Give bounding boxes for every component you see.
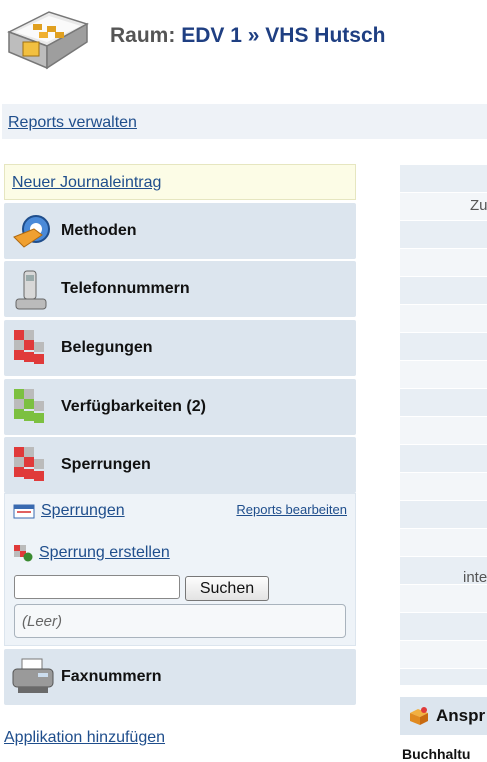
add-application-link[interactable]: Applikation hinzufügen <box>4 729 165 747</box>
search-input[interactable] <box>14 575 180 599</box>
room-name: EDV 1 <box>181 24 242 47</box>
sperrungen-list-link[interactable]: Sperrungen <box>41 502 125 519</box>
right-row <box>400 333 487 361</box>
contacts-icon <box>410 707 428 725</box>
right-row <box>400 529 487 557</box>
list-icon <box>13 504 35 519</box>
right-row <box>400 277 487 305</box>
section-label-methoden: Methoden <box>61 222 137 239</box>
location-name: VHS Hutsch <box>265 24 386 47</box>
right-row <box>400 585 487 613</box>
availability-icon <box>10 387 52 427</box>
empty-text: (Leer) <box>22 613 63 630</box>
section-belegungen[interactable]: Belegungen <box>4 320 356 376</box>
right-row <box>400 361 487 389</box>
right-row-label: Zu <box>470 197 487 214</box>
bookings-icon <box>10 328 52 368</box>
right-row <box>400 165 487 193</box>
cutoff-label: Buchhaltu <box>402 746 471 762</box>
reports-manage-link[interactable]: Reports verwalten <box>8 114 137 132</box>
right-row <box>400 613 487 641</box>
right-row-label: inte <box>463 569 487 586</box>
page-title: Raum: EDV 1 » VHS Hutsch <box>110 24 385 48</box>
section-label-sperrungen: Sperrungen <box>61 456 151 473</box>
section-sperrungen[interactable]: Sperrungen <box>4 437 356 493</box>
section-fax[interactable]: Faxnummern <box>4 649 356 705</box>
contacts-section-header[interactable]: Anspr <box>400 697 487 735</box>
right-row <box>400 249 487 277</box>
right-row <box>400 445 487 473</box>
blocks-icon <box>10 445 52 485</box>
new-journal-entry-link[interactable]: Neuer Journaleintrag <box>12 174 161 192</box>
title-prefix: Raum: <box>110 24 176 47</box>
fax-icon <box>10 657 54 697</box>
results-empty-box: (Leer) <box>14 604 346 638</box>
journal-entry-bar: Neuer Journaleintrag <box>4 164 356 200</box>
right-row <box>400 417 487 445</box>
sperrungen-panel: Sperrungen Reports bearbeiten Sperrung e… <box>4 493 356 646</box>
right-row <box>400 389 487 417</box>
room-icon <box>3 2 91 72</box>
section-label-belegungen: Belegungen <box>61 339 153 356</box>
right-row <box>400 305 487 333</box>
right-row <box>400 641 487 669</box>
phone-icon <box>10 269 52 310</box>
right-row <box>400 501 487 529</box>
section-telefon[interactable]: Telefonnummern <box>4 261 356 317</box>
section-methoden[interactable]: Methoden <box>4 203 356 259</box>
create-block-icon <box>14 545 33 562</box>
contacts-section-label: Anspr <box>436 706 486 725</box>
search-button[interactable]: Suchen <box>185 576 269 601</box>
section-label-telefon: Telefonnummern <box>61 280 190 297</box>
right-row <box>400 473 487 501</box>
title-separator: » <box>247 24 260 47</box>
reports-bar: Reports verwalten <box>2 104 487 139</box>
section-verfuegbarkeiten[interactable]: Verfügbarkeiten (2) <box>4 379 356 435</box>
section-label-verfuegbarkeiten: Verfügbarkeiten (2) <box>61 398 206 415</box>
section-label-fax: Faxnummern <box>61 668 162 685</box>
reports-edit-link[interactable]: Reports bearbeiten <box>236 502 347 517</box>
right-row <box>400 669 487 686</box>
methods-icon <box>10 211 52 251</box>
right-row <box>400 221 487 249</box>
create-block-link[interactable]: Sperrung erstellen <box>39 544 170 561</box>
